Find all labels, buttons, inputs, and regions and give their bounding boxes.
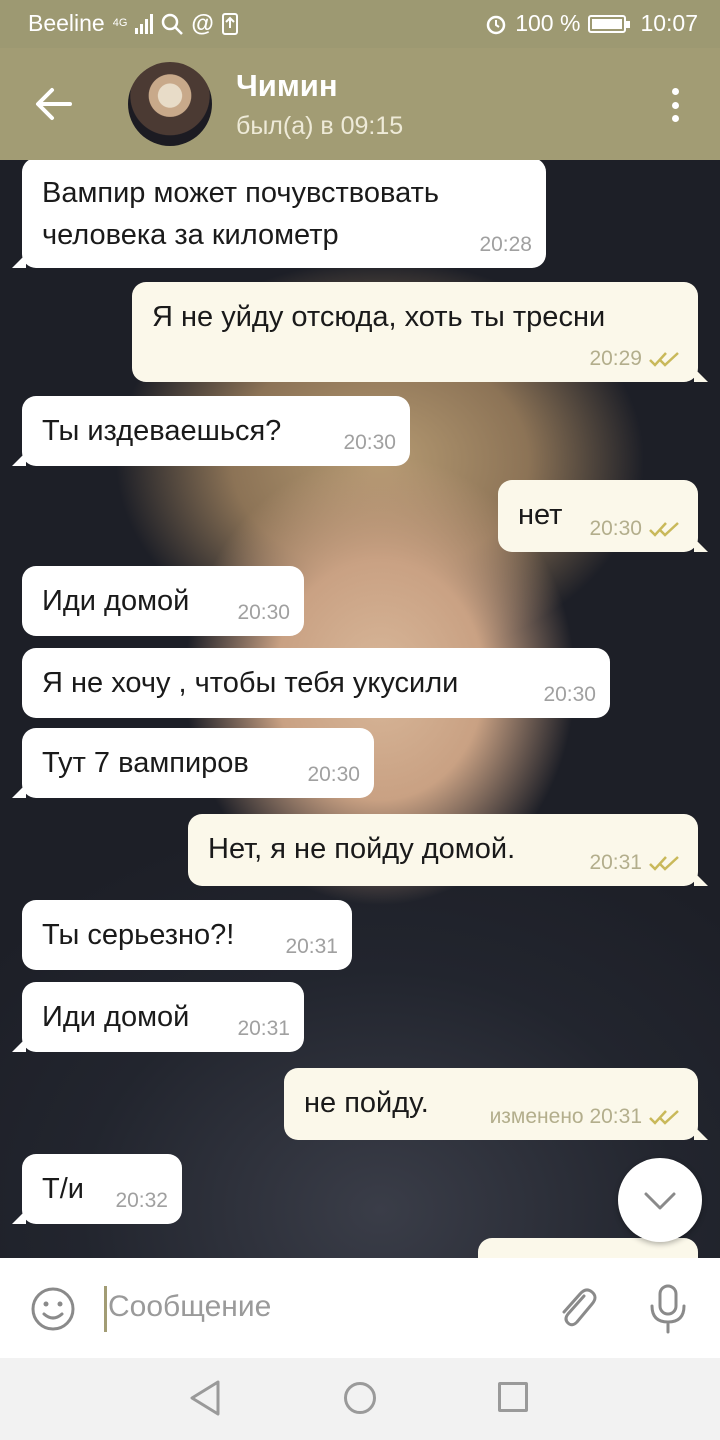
battery-percent: 100 % — [515, 10, 581, 36]
message-text: Тут 7 вампиров — [42, 747, 249, 779]
message-incoming[interactable]: Ты издеваешься? 20:30 — [12, 396, 410, 466]
message-outgoing[interactable]: Нет, я не пойду домой. 20:31 — [188, 814, 708, 886]
message-time: 20:32 — [115, 1188, 168, 1212]
message-text: человека за километр — [42, 219, 339, 252]
message-input[interactable]: Сообщение — [108, 1290, 271, 1324]
message-time: 20:30 — [543, 682, 596, 706]
message-text: Нет, я не пойду домой. — [208, 833, 516, 865]
message-incoming[interactable]: Я не хочу , чтобы тебя укусили 20:30 — [22, 648, 610, 718]
status-bar: Beeline 4G @ 100 % 10:07 — [0, 0, 720, 48]
nav-recent-icon[interactable] — [498, 1382, 528, 1412]
message-time: изменено 20:31 — [489, 1104, 642, 1128]
message-incoming[interactable]: Иди домой 20:31 — [12, 982, 304, 1052]
message-text: нет — [518, 499, 563, 531]
avatar[interactable] — [128, 62, 212, 146]
message-text: Вампир может почувствовать — [42, 177, 439, 209]
read-check-icon — [649, 1109, 679, 1125]
message-text: Ты серьезно?! — [42, 919, 235, 951]
message-time: 20:30 — [307, 762, 360, 786]
message-text: Ты издеваешься? — [42, 415, 282, 447]
carrier-label: Beeline — [28, 10, 105, 36]
message-incoming[interactable]: Ты серьезно?! 20:31 — [22, 900, 352, 970]
clock: 10:07 — [640, 10, 698, 36]
chat-area[interactable]: Вампир может почувствовать человека за ки… — [0, 160, 720, 1258]
message-text: Я не хочу , чтобы тебя укусили — [42, 667, 459, 699]
system-nav-bar — [0, 1358, 720, 1440]
message-text: Т/и — [42, 1173, 84, 1205]
message-time: 20:31 — [285, 934, 338, 958]
text-cursor — [104, 1286, 107, 1332]
message-outgoing[interactable]: Я не уйду отсюда, хоть ты тресни 20:29 — [132, 282, 708, 382]
back-arrow-icon[interactable] — [34, 84, 74, 124]
alarm-icon — [486, 15, 506, 34]
upload-status-icon — [221, 12, 238, 35]
message-incoming[interactable]: Тут 7 вампиров 20:30 — [12, 728, 374, 798]
contact-name[interactable]: Чимин — [236, 68, 338, 104]
message-time: 20:30 — [343, 430, 396, 454]
message-outgoing[interactable]: нет 20:30 — [498, 480, 708, 552]
battery-icon — [588, 14, 631, 33]
message-time: 20:30 — [237, 600, 290, 624]
last-seen-status: был(а) в 09:15 — [236, 112, 404, 140]
message-outgoing[interactable]: не пойду. изменено 20:31 — [284, 1068, 708, 1140]
read-check-icon — [649, 521, 679, 537]
mic-icon[interactable] — [646, 1284, 690, 1334]
message-text: Иди домой — [42, 585, 190, 617]
attach-icon[interactable] — [554, 1284, 598, 1332]
search-status-icon — [162, 13, 184, 35]
message-time: 20:28 — [479, 232, 532, 256]
message-text: не пойду. — [304, 1087, 429, 1119]
scroll-to-bottom-button[interactable] — [618, 1158, 702, 1242]
at-icon: @ — [191, 10, 214, 36]
emoji-icon[interactable] — [30, 1286, 76, 1332]
chevron-down-icon — [644, 1192, 676, 1210]
read-check-icon — [649, 855, 679, 871]
nav-home-icon[interactable] — [344, 1382, 376, 1414]
message-incoming[interactable]: Иди домой 20:30 — [22, 566, 304, 636]
chat-header: Чимин был(а) в 09:15 — [0, 48, 720, 160]
message-composer: Сообщение — [0, 1258, 720, 1358]
message-time: 20:31 — [589, 850, 642, 874]
message-incoming[interactable]: Т/и 20:32 — [12, 1154, 182, 1224]
more-vert-icon[interactable] — [672, 88, 680, 122]
message-time: 20:31 — [237, 1016, 290, 1040]
signal-icon — [135, 13, 154, 34]
nav-back-icon[interactable] — [188, 1380, 222, 1416]
message-text: Я не уйду отсюда, хоть ты тресни — [152, 301, 606, 333]
read-check-icon — [649, 351, 679, 367]
message-time: 20:30 — [589, 516, 642, 540]
message-incoming[interactable]: Вампир может почувствовать человека за ки… — [12, 160, 546, 268]
message-time: 20:29 — [589, 346, 642, 370]
network-label: 4G — [112, 17, 128, 29]
message-text: Иди домой — [42, 1001, 190, 1033]
